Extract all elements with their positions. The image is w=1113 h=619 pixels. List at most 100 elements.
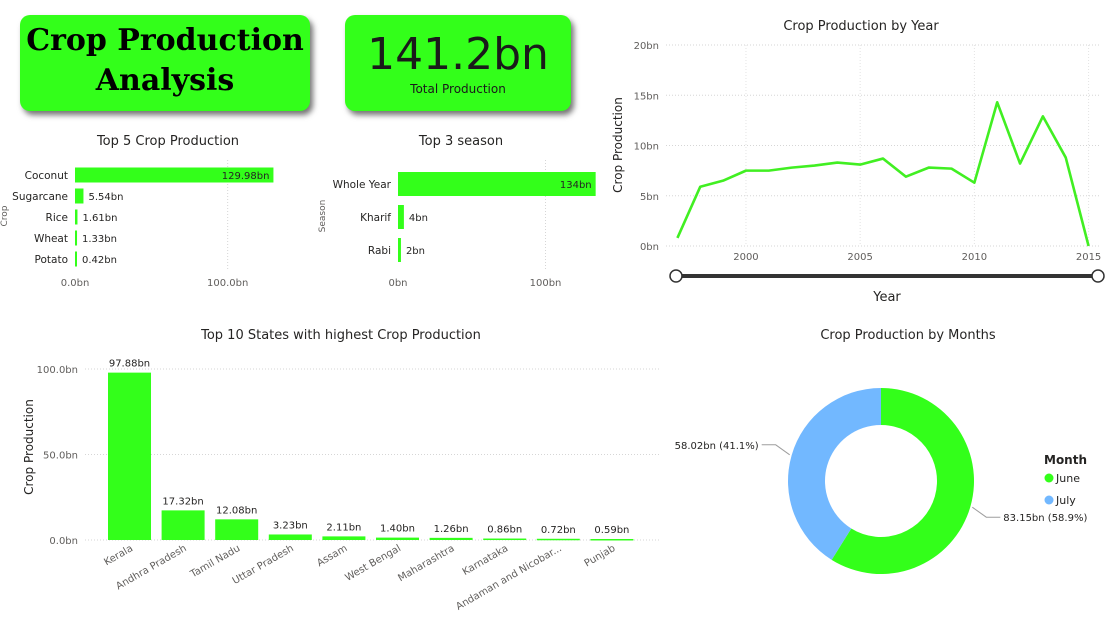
states-bar-tamil-nadu[interactable]	[215, 519, 259, 540]
year-chart-y-tick: 5bn	[640, 192, 659, 203]
year-chart-x-tick: 2005	[847, 252, 872, 263]
states-bar-andaman-and-nicobar[interactable]	[536, 538, 580, 541]
top5-crops-value-label: 5.54bn	[88, 192, 123, 203]
top5-crops-bar-sugarcane[interactable]	[75, 188, 84, 204]
top5-crops-value-label: 1.61bn	[82, 213, 117, 224]
production-by-months-chart[interactable]: Crop Production by Months 83.15bn (58.9%…	[675, 328, 1088, 575]
states-category-andaman-and-nicobar: Andaman and Nicobar...	[454, 543, 564, 613]
states-value-label: 1.26bn	[434, 524, 469, 535]
top5-crops-value-label: 129.98bn	[222, 171, 270, 182]
states-bar-west-bengal[interactable]	[376, 537, 419, 540]
year-chart-x-axis-title: Year	[872, 290, 901, 305]
states-value-label: 3.23bn	[273, 520, 308, 531]
states-category-maharashtra: Maharashtra	[396, 543, 456, 584]
year-chart-x-tick: 2015	[1076, 252, 1101, 263]
production-by-year-chart[interactable]: Crop Production by Year Crop Production …	[611, 19, 1105, 305]
donut-label-july: 58.02bn (41.1%)	[675, 441, 759, 452]
year-chart-y-axis-title: Crop Production	[611, 97, 625, 193]
states-chart-y-axis-title: Crop Production	[22, 399, 36, 495]
year-point-2013[interactable]	[1038, 111, 1048, 121]
year-chart-y-tick: 20bn	[634, 41, 659, 52]
states-chart-title: Top 10 States with highest Crop Producti…	[200, 328, 481, 343]
year-chart-y-tick: 15bn	[634, 91, 659, 102]
top5-crops-value-label: 0.42bn	[82, 255, 117, 266]
states-bar-andhra-pradesh[interactable]	[161, 510, 205, 540]
states-category-kerala: Kerala	[102, 543, 135, 568]
top3-season-title: Top 3 season	[418, 134, 503, 149]
months-legend-title: Month	[1044, 453, 1087, 467]
donut-slice-july[interactable]	[788, 388, 881, 560]
top3-season-value-label: 134bn	[560, 180, 592, 191]
year-point-1998[interactable]	[695, 182, 705, 192]
months-chart-title: Crop Production by Months	[820, 328, 996, 343]
states-value-label: 17.32bn	[162, 496, 203, 507]
top5-crops-category-coconut: Coconut	[25, 170, 68, 182]
year-point-2015[interactable]	[1084, 241, 1094, 251]
charts-canvas: Top 5 Crop Production Crop 0.0bn 100.0bn C…	[0, 19, 1105, 613]
year-point-2004[interactable]	[832, 158, 842, 168]
year-chart-x-tick: 2000	[733, 252, 758, 263]
states-value-label: 97.88bn	[109, 359, 150, 370]
year-slider-end-handle[interactable]	[1091, 269, 1105, 283]
year-point-2012[interactable]	[1015, 159, 1025, 169]
year-range-slider[interactable]	[669, 269, 1105, 283]
top10-states-chart[interactable]: Top 10 States with highest Crop Producti…	[22, 328, 660, 613]
year-point-2002[interactable]	[787, 163, 797, 173]
top5-crops-title: Top 5 Crop Production	[96, 134, 239, 149]
legend-july-swatch	[1044, 495, 1054, 505]
states-chart-y-tick: 50.0bn	[43, 451, 78, 462]
states-bar-uttar-pradesh[interactable]	[268, 534, 312, 540]
top3-season-bar-rabi[interactable]	[398, 238, 401, 262]
states-value-label: 2.11bn	[326, 522, 361, 533]
top5-crops-category-potato: Potato	[35, 254, 68, 266]
donut-label-june: 83.15bn (58.9%)	[1003, 513, 1087, 524]
states-category-assam: Assam	[315, 543, 349, 569]
year-point-2008[interactable]	[924, 163, 934, 173]
year-point-2014[interactable]	[1061, 153, 1071, 163]
top3-season-x-tick: 100bn	[530, 278, 562, 289]
year-point-2011[interactable]	[992, 97, 1002, 107]
year-slider-start-handle[interactable]	[669, 269, 683, 283]
states-category-uttar-pradesh: Uttar Pradesh	[231, 543, 296, 587]
states-category-punjab: Punjab	[583, 543, 618, 569]
year-point-2000[interactable]	[741, 166, 751, 176]
year-point-2001[interactable]	[764, 166, 774, 176]
top5-crops-category-wheat: Wheat	[34, 233, 68, 245]
top5-crops-value-label: 1.33bn	[82, 234, 117, 245]
states-bar-punjab[interactable]	[590, 538, 634, 541]
top3-season-value-label: 2bn	[406, 246, 425, 257]
legend-june-label[interactable]: June	[1055, 472, 1080, 485]
top5-crops-axis-title: Crop	[0, 205, 10, 226]
year-production-line[interactable]	[676, 100, 1090, 247]
year-point-1999[interactable]	[718, 176, 728, 186]
year-point-2003[interactable]	[809, 161, 819, 171]
states-value-label: 0.86bn	[487, 525, 522, 536]
year-point-2010[interactable]	[969, 178, 979, 188]
states-chart-y-tick: 0.0bn	[49, 536, 78, 547]
top3-season-value-label: 4bn	[409, 213, 428, 224]
year-point-2005[interactable]	[855, 160, 865, 170]
top3-season-axis-title: Season	[318, 200, 328, 233]
states-value-label: 0.72bn	[541, 525, 576, 536]
top5-crops-category-sugarcane: Sugarcane	[12, 191, 68, 203]
top5-crops-category-rice: Rice	[46, 212, 68, 224]
states-bar-karnataka[interactable]	[483, 538, 527, 541]
months-legend: Month June July	[1044, 453, 1087, 507]
year-point-2006[interactable]	[878, 154, 888, 164]
year-point-1997[interactable]	[672, 233, 682, 243]
top5-crops-bar-wheat[interactable]	[75, 230, 78, 246]
year-point-2009[interactable]	[947, 164, 957, 174]
legend-july-label[interactable]: July	[1055, 494, 1076, 507]
top5-crops-x-tick: 100.0bn	[207, 278, 248, 289]
top3-season-category-whole-year: Whole Year	[333, 179, 392, 191]
top5-crops-bar-potato[interactable]	[75, 251, 77, 267]
states-bar-assam[interactable]	[322, 536, 366, 540]
top3-season-bar-kharif[interactable]	[398, 205, 404, 229]
states-bar-kerala[interactable]	[108, 372, 151, 540]
states-value-label: 12.08bn	[216, 505, 257, 516]
top3-season-chart[interactable]: Top 3 season Season 0bn 100bn Whole Year 13…	[318, 134, 596, 289]
top5-crops-bar-rice[interactable]	[75, 209, 78, 225]
states-bar-maharashtra[interactable]	[429, 537, 473, 540]
year-point-2007[interactable]	[901, 172, 911, 182]
top5-crops-chart[interactable]: Top 5 Crop Production Crop 0.0bn 100.0bn C…	[0, 134, 274, 289]
